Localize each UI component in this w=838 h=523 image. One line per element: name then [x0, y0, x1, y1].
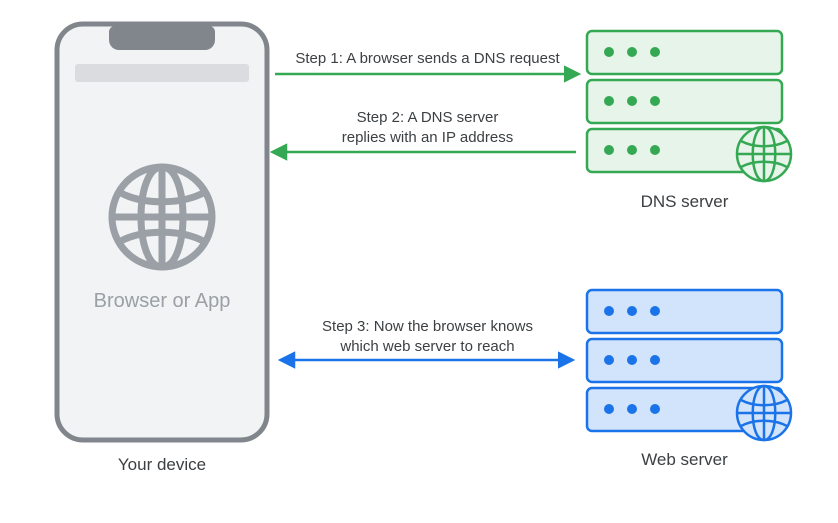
step3-text: Step 3: Now the browser knows which web …: [275, 317, 580, 356]
dns-server: [587, 31, 791, 181]
web-server-label: Web server: [587, 450, 782, 470]
dns-globe-icon: [737, 127, 791, 181]
dns-server-label: DNS server: [587, 192, 782, 212]
step2-text: Step 2: A DNS server replies with an IP …: [275, 108, 580, 147]
device-label: Your device: [62, 455, 262, 475]
step1-text: Step 1: A browser sends a DNS request: [275, 49, 580, 69]
web-globe-icon: [737, 386, 791, 440]
device-phone: [57, 24, 267, 440]
globe-icon: [112, 167, 212, 267]
device-app-label: Browser or App: [62, 290, 262, 313]
diagram-canvas: [0, 0, 838, 523]
web-server: [587, 290, 791, 440]
